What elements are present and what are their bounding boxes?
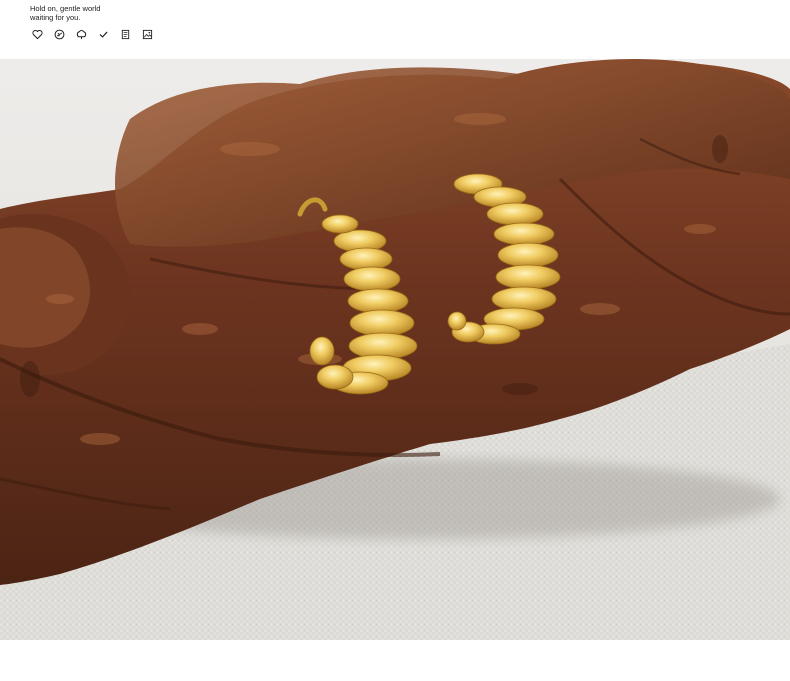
tagline-line-1: Hold on, gentle world — [30, 4, 101, 13]
image-icon — [141, 28, 154, 41]
product-photo — [0, 59, 790, 640]
tagline-line-2: waiting for you. — [30, 13, 81, 22]
product-header: Hold on, gentle world waiting for you. — [30, 4, 330, 56]
no-fading-icon — [53, 28, 66, 41]
checkmark-icon — [97, 28, 110, 41]
heart-icon — [31, 28, 44, 41]
certificate-icon — [119, 28, 132, 41]
earrings-on-driftwood-image — [0, 59, 790, 640]
product-page: Hold on, gentle world waiting for you. — [0, 0, 790, 681]
feature-icons — [31, 28, 330, 41]
hypoallergenic-icon — [75, 28, 88, 41]
